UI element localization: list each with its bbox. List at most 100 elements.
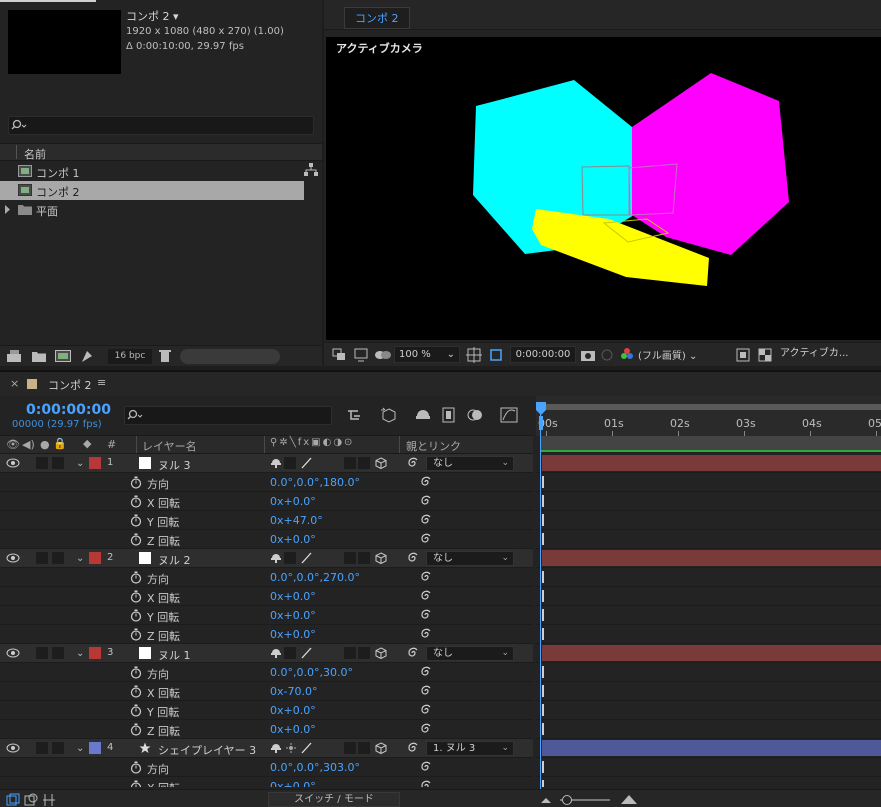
- collapse-chevron-icon[interactable]: ⌄: [76, 648, 84, 659]
- comp-name-dropdown[interactable]: コンポ 2 ▾: [126, 9, 284, 24]
- stopwatch-icon[interactable]: [130, 514, 142, 527]
- stopwatch-icon[interactable]: [130, 476, 142, 489]
- keyframe-marker[interactable]: [542, 685, 544, 697]
- adjustment-switch[interactable]: [358, 552, 370, 564]
- label-color-swatch[interactable]: [89, 457, 101, 469]
- graph-editor-icon[interactable]: [500, 406, 518, 424]
- stopwatch-icon[interactable]: [130, 571, 142, 584]
- layer-switches-toggle-icon[interactable]: [6, 793, 20, 807]
- lock-icon[interactable]: 🔒: [53, 437, 67, 450]
- motion-blur-switch[interactable]: [344, 647, 356, 659]
- video-visibility-icon[interactable]: 👁: [6, 438, 20, 451]
- stopwatch-icon[interactable]: [130, 495, 142, 508]
- solo-switch[interactable]: [36, 457, 48, 469]
- label-color-swatch[interactable]: [89, 552, 101, 564]
- motion-blur-switch[interactable]: [344, 742, 356, 754]
- layer-duration-bar[interactable]: [542, 455, 881, 471]
- solo-icon[interactable]: ●: [40, 438, 50, 451]
- adjustment-switch[interactable]: [358, 457, 370, 469]
- stopwatch-icon[interactable]: [130, 704, 142, 717]
- timeline-search-input[interactable]: [124, 406, 332, 425]
- property-value[interactable]: 0.0°,0.0°,303.0°: [270, 761, 360, 774]
- parent-dropdown[interactable]: 1. ヌル 3 ⌄: [426, 741, 514, 756]
- shy-switch-icon[interactable]: [270, 647, 282, 659]
- stopwatch-icon[interactable]: [130, 590, 142, 603]
- stopwatch-icon[interactable]: [130, 723, 142, 736]
- pick-whip-icon[interactable]: [419, 666, 431, 678]
- always-preview-icon[interactable]: [332, 348, 346, 362]
- bit-depth-button[interactable]: 16 bpc: [108, 349, 152, 364]
- property-value[interactable]: 0x+0.0°: [270, 495, 316, 508]
- new-composition-icon[interactable]: [55, 349, 71, 363]
- column-layer-name[interactable]: レイヤー名: [142, 438, 197, 454]
- visibility-eye-icon[interactable]: [6, 648, 20, 658]
- zoom-slider-knob[interactable]: [562, 795, 572, 805]
- stopwatch-icon[interactable]: [130, 533, 142, 546]
- time-ruler[interactable]: 00s01s02s03s04s05s: [536, 396, 881, 436]
- current-time-display[interactable]: 0:00:00:00: [26, 402, 111, 418]
- project-item-folder[interactable]: 平面: [0, 200, 304, 219]
- property-value[interactable]: 0x+0.0°: [270, 590, 316, 603]
- quality-slash-icon[interactable]: [300, 552, 312, 564]
- zoom-out-icon[interactable]: [540, 795, 552, 805]
- viewer-canvas[interactable]: アクティブカメラ: [326, 37, 881, 340]
- stopwatch-icon[interactable]: [130, 666, 142, 679]
- quality-slash-icon[interactable]: [300, 742, 312, 754]
- show-snapshot-icon[interactable]: [600, 348, 614, 362]
- keyframe-marker[interactable]: [542, 571, 544, 583]
- 3d-layer-cube-icon[interactable]: [375, 552, 387, 564]
- column-parent[interactable]: 親とリンク: [406, 438, 461, 454]
- pick-whip-icon[interactable]: [419, 514, 431, 526]
- visibility-eye-icon[interactable]: [6, 458, 20, 468]
- keyframe-marker[interactable]: [542, 628, 544, 640]
- motion-blur-switch[interactable]: [344, 552, 356, 564]
- keyframe-marker[interactable]: [542, 761, 544, 773]
- pick-whip-icon[interactable]: [406, 552, 418, 564]
- collapse-chevron-icon[interactable]: ⌄: [76, 458, 84, 469]
- pick-whip-icon[interactable]: [406, 457, 418, 469]
- collapse-switch[interactable]: [284, 457, 296, 469]
- collapse-chevron-icon[interactable]: ⌄: [76, 743, 84, 754]
- frame-blending-icon[interactable]: [440, 406, 458, 424]
- layer-name[interactable]: ヌル 1: [158, 647, 191, 663]
- layer-row[interactable]: ⌄ 1 ヌル 3 なし ⌄: [0, 454, 533, 473]
- draft-3d-icon[interactable]: [380, 406, 398, 424]
- keyframe-marker[interactable]: [542, 495, 544, 507]
- property-value[interactable]: 0x+0.0°: [270, 628, 316, 641]
- layer-duration-bar[interactable]: [542, 550, 881, 566]
- pick-whip-icon[interactable]: [419, 723, 431, 735]
- collapse-chevron-icon[interactable]: ⌄: [76, 553, 84, 564]
- adjustment-switch[interactable]: [358, 742, 370, 754]
- collapse-switch[interactable]: [284, 647, 296, 659]
- keyframe-marker[interactable]: [542, 723, 544, 735]
- layer-name[interactable]: ヌル 2: [158, 552, 191, 568]
- visibility-eye-icon[interactable]: [6, 743, 20, 753]
- view-dropdown[interactable]: アクティブカ...: [776, 346, 881, 363]
- lock-switch[interactable]: [52, 552, 64, 564]
- title-safe-icon[interactable]: [466, 347, 482, 363]
- stopwatch-icon[interactable]: [130, 609, 142, 622]
- layer-name[interactable]: シェイプレイヤー 3: [158, 742, 256, 758]
- label-color-swatch[interactable]: [89, 742, 101, 754]
- camera-snapshot-icon[interactable]: [580, 348, 596, 362]
- solo-switch[interactable]: [36, 647, 48, 659]
- solo-switch[interactable]: [36, 742, 48, 754]
- keyframe-marker[interactable]: [542, 609, 544, 621]
- layer-row[interactable]: ⌄ 2 ヌル 2 なし ⌄: [0, 549, 533, 568]
- property-value[interactable]: 0.0°,0.0°,30.0°: [270, 666, 353, 679]
- layer-duration-bar[interactable]: [542, 645, 881, 661]
- pick-whip-icon[interactable]: [419, 476, 431, 488]
- interpret-footage-icon[interactable]: [6, 349, 22, 363]
- lock-switch[interactable]: [52, 457, 64, 469]
- stopwatch-icon[interactable]: [130, 780, 142, 787]
- layer-row[interactable]: ⌄ 3 ヌル 1 なし ⌄: [0, 644, 533, 663]
- pick-whip-icon[interactable]: [419, 495, 431, 507]
- flowchart-icon[interactable]: [304, 163, 318, 177]
- region-of-interest-icon[interactable]: [488, 347, 504, 363]
- 3d-layer-cube-icon[interactable]: [375, 647, 387, 659]
- lock-switch[interactable]: [52, 647, 64, 659]
- project-search-input[interactable]: [8, 116, 314, 135]
- resolution-dropdown[interactable]: (フル画質) ⌄: [638, 347, 697, 362]
- panel-menu-icon[interactable]: ≡: [97, 376, 106, 389]
- motion-blur-icon[interactable]: [466, 406, 484, 424]
